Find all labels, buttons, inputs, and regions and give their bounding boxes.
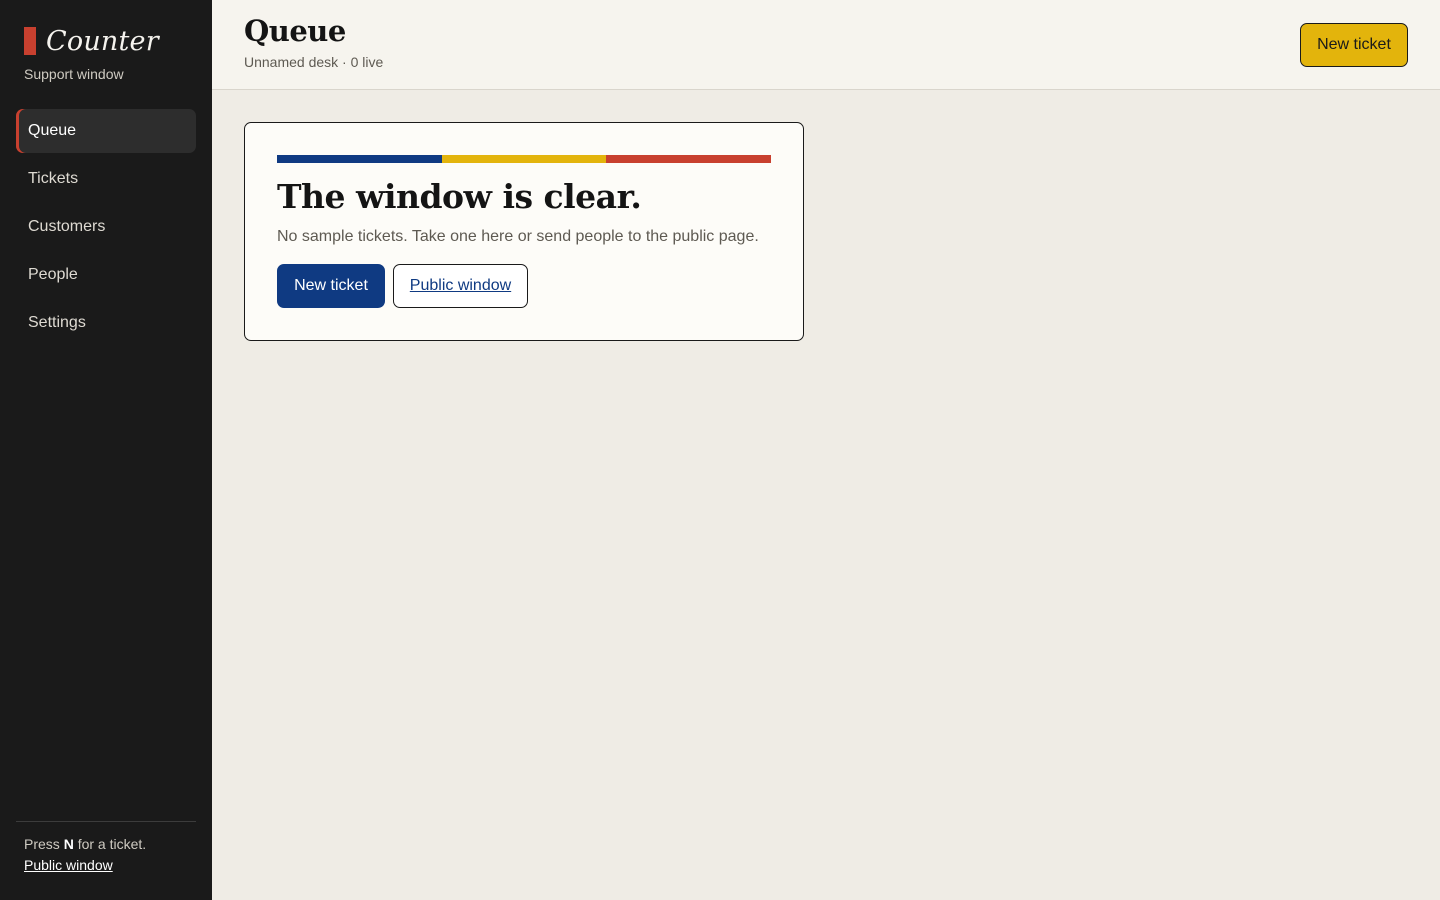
sidebar-item-label: Customers	[28, 218, 106, 235]
brand-mark-icon	[24, 27, 36, 55]
brand-subtitle: Support window	[24, 66, 124, 82]
stripe-red	[606, 155, 772, 163]
sidebar-item-label: Settings	[28, 314, 86, 331]
sidebar: Counter Support window Queue Tickets Cus…	[0, 0, 212, 900]
stripe-yellow	[441, 155, 607, 163]
sidebar-item-settings[interactable]: Settings	[16, 301, 196, 345]
empty-state-title: The window is clear.	[277, 177, 642, 216]
sidebar-item-queue[interactable]: Queue	[16, 109, 196, 153]
new-ticket-button[interactable]: New ticket	[1300, 23, 1408, 67]
hint-prefix: Press	[24, 836, 60, 852]
hint-suffix: for a ticket.	[77, 836, 147, 852]
empty-state-text: No sample tickets. Take one here or send…	[277, 228, 759, 245]
page-subtitle: Unnamed desk · 0 live	[244, 54, 384, 70]
sidebar-nav: Queue Tickets Customers People Settings	[16, 109, 196, 349]
sidebar-item-label: Tickets	[28, 170, 79, 187]
page-title: Queue	[244, 14, 346, 48]
keyboard-hint: Press N for a ticket.	[24, 836, 146, 852]
brand-name: Counter	[46, 25, 159, 57]
sidebar-divider	[16, 821, 196, 822]
empty-state-card: The window is clear. No sample tickets. …	[244, 122, 804, 341]
sidebar-item-tickets[interactable]: Tickets	[16, 157, 196, 201]
hint-key: N	[63, 836, 74, 852]
color-stripe	[277, 155, 772, 163]
public-window-button[interactable]: Public window	[393, 264, 528, 308]
page-header: Queue Unnamed desk · 0 live New ticket	[212, 0, 1440, 90]
empty-new-ticket-button[interactable]: New ticket	[277, 264, 385, 308]
sidebar-item-people[interactable]: People	[16, 253, 196, 297]
sidebar-item-label: Queue	[28, 122, 77, 139]
public-window-link[interactable]: Public window	[24, 857, 113, 873]
sidebar-item-label: People	[28, 266, 78, 283]
sidebar-item-customers[interactable]: Customers	[16, 205, 196, 249]
stripe-blue	[277, 155, 442, 163]
brand[interactable]: Counter	[24, 24, 159, 58]
